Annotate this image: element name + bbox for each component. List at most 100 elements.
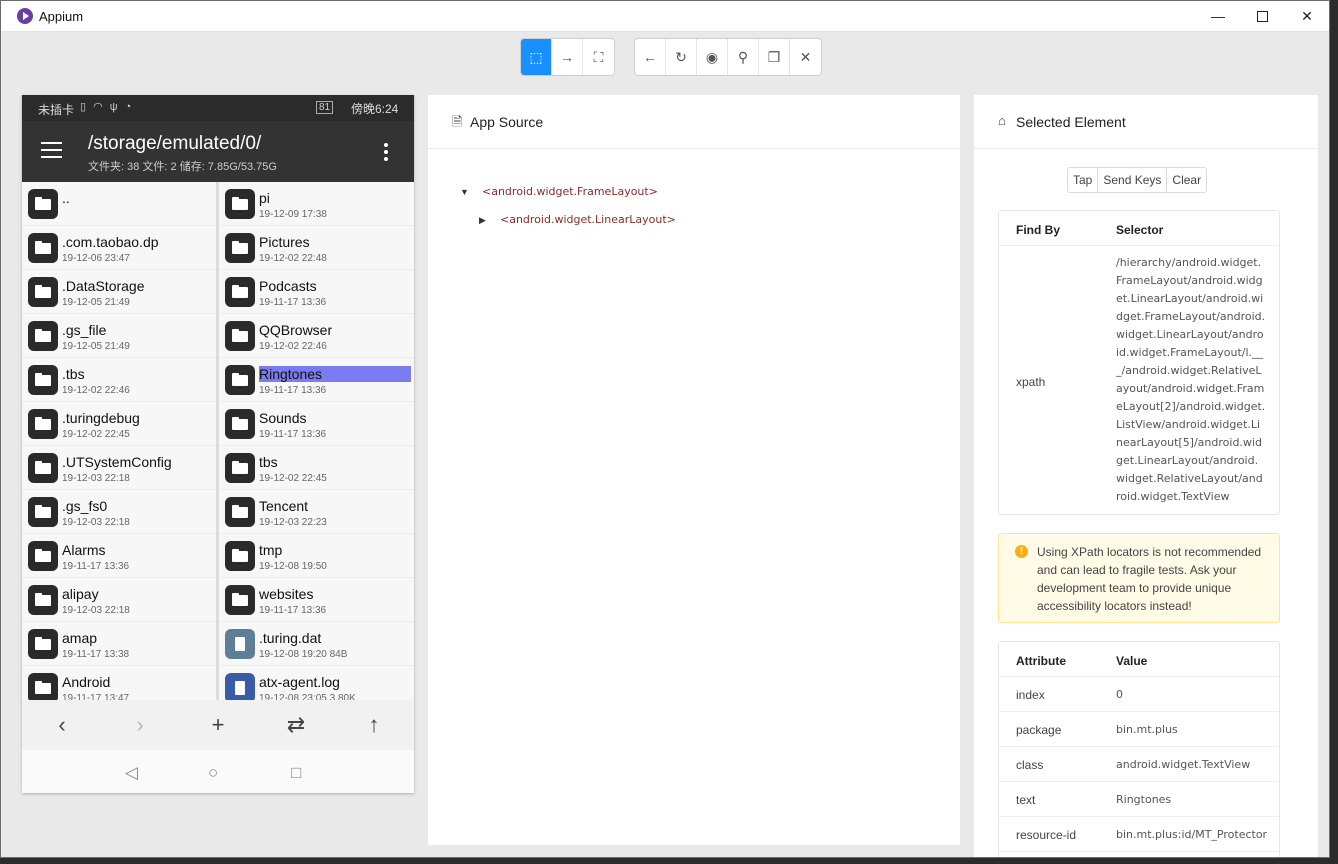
file-row[interactable]: .DataStorage 19-12-05 21:49 <box>22 270 216 314</box>
select-elements-button[interactable]: ⬚ <box>521 39 552 75</box>
close-window-button[interactable]: ✕ <box>1284 1 1329 32</box>
eye-button[interactable]: ◉ <box>697 39 728 75</box>
refresh-button[interactable]: ↻ <box>666 39 697 75</box>
minimize-button[interactable]: — <box>1195 1 1241 32</box>
more-options-icon[interactable] <box>384 143 388 161</box>
attribute-row: index 0 <box>999 677 1279 712</box>
folder-icon <box>28 189 58 219</box>
file-row[interactable]: Sounds 19-11-17 13:36 <box>219 402 414 446</box>
xpath-selector[interactable]: /hierarchy/android.widget.FrameLayout/an… <box>1116 254 1266 506</box>
file-meta: 19-12-06 23:47 <box>62 253 130 264</box>
file-row[interactable]: Pictures 19-12-02 22:48 <box>219 226 414 270</box>
swipe-button[interactable]: → <box>552 39 583 75</box>
file-name: .. <box>62 190 70 206</box>
file-row[interactable]: websites 19-11-17 13:36 <box>219 578 414 622</box>
file-row[interactable]: .gs_file 19-12-05 21:49 <box>22 314 216 358</box>
file-name: .tbs <box>62 366 85 382</box>
tree-node-framelayout[interactable]: <android.widget.FrameLayout> <box>482 185 658 198</box>
file-manager-bottom-nav: ‹ › + ⇄ ↑ <box>22 700 414 750</box>
tap-coordinates-button[interactable]: ⛶ <box>583 39 614 75</box>
system-recents-icon[interactable]: □ <box>291 763 301 783</box>
file-icon <box>225 673 255 700</box>
app-source-title: App Source <box>470 114 544 130</box>
file-row[interactable]: .turing.dat 19-12-08 19:20 84B <box>219 622 414 666</box>
add-icon[interactable]: + <box>203 712 233 738</box>
file-name: Alarms <box>62 542 106 558</box>
file-meta: 19-11-17 13:36 <box>259 605 327 616</box>
file-row[interactable]: Ringtones 19-11-17 13:36 <box>219 358 414 402</box>
file-name: .DataStorage <box>62 278 145 294</box>
file-row[interactable]: tmp 19-12-08 19:50 <box>219 534 414 578</box>
tree-node-linearlayout[interactable]: <android.widget.LinearLayout> <box>500 213 676 226</box>
file-row[interactable]: Podcasts 19-11-17 13:36 <box>219 270 414 314</box>
system-home-icon[interactable]: ○ <box>208 763 218 783</box>
file-meta: 19-12-02 22:45 <box>259 473 327 484</box>
file-row[interactable]: QQBrowser 19-12-02 22:46 <box>219 314 414 358</box>
caret-down-icon[interactable]: ▼ <box>460 187 469 197</box>
file-meta: 19-12-08 23:05 3.80K <box>259 693 356 700</box>
file-row[interactable]: .turingdebug 19-12-02 22:45 <box>22 402 216 446</box>
file-meta: 19-11-17 13:38 <box>62 649 130 660</box>
file-meta: 19-11-17 13:36 <box>259 429 327 440</box>
file-meta: 19-11-17 13:36 <box>259 385 327 396</box>
selected-element-header: ⌂ Selected Element <box>974 95 1318 149</box>
device-screenshot[interactable]: 未插卡 ▯ ◠ ψ ◔ 81 傍晚6:24 /storage/emulated/… <box>22 95 414 793</box>
caret-right-icon[interactable]: ▶ <box>479 215 486 226</box>
file-row[interactable]: .com.taobao.dp 19-12-06 23:47 <box>22 226 216 270</box>
attribute-value[interactable]: bin.mt.plus:id/MT_Protector <box>1116 828 1267 841</box>
system-back-icon[interactable]: ◁ <box>125 763 138 783</box>
window-title: Appium <box>39 9 84 24</box>
file-row[interactable]: .UTSystemConfig 19-12-03 22:18 <box>22 446 216 490</box>
file-row[interactable]: tbs 19-12-02 22:45 <box>219 446 414 490</box>
file-meta: 19-12-02 22:46 <box>259 341 327 352</box>
file-row[interactable]: atx-agent.log 19-12-08 23:05 3.80K <box>219 666 414 700</box>
app-source-panel: 🗎 App Source ▼ <android.widget.FrameLayo… <box>428 95 960 845</box>
maximize-button[interactable] <box>1239 1 1285 32</box>
file-name: Tencent <box>259 498 309 514</box>
swap-panes-icon[interactable]: ⇄ <box>281 712 311 738</box>
refresh-icon: ↻ <box>675 48 687 65</box>
copy-button[interactable]: ❐ <box>759 39 790 75</box>
file-row[interactable]: .. <box>22 182 216 226</box>
file-row[interactable]: Alarms 19-11-17 13:36 <box>22 534 216 578</box>
go-up-icon[interactable]: ↑ <box>359 712 389 738</box>
clear-button[interactable]: Clear <box>1167 168 1206 192</box>
nav-forward-icon[interactable]: › <box>125 712 155 738</box>
file-meta: 19-12-08 19:20 84B <box>259 649 348 660</box>
file-row[interactable]: amap 19-11-17 13:38 <box>22 622 216 666</box>
file-name: Pictures <box>259 234 310 250</box>
maximize-icon <box>1256 11 1268 22</box>
folder-icon <box>225 409 255 439</box>
file-row[interactable]: .tbs 19-12-02 22:46 <box>22 358 216 402</box>
file-name: amap <box>62 630 98 646</box>
file-row[interactable]: .gs_fs0 19-12-03 22:18 <box>22 490 216 534</box>
attribute-value[interactable]: 0 <box>1116 688 1123 701</box>
file-name: websites <box>259 586 314 602</box>
left-file-pane: .. .com.taobao.dp 19-12-06 23:47 .DataStora… <box>22 182 216 700</box>
nav-back-icon[interactable]: ‹ <box>47 712 77 738</box>
file-name: tmp <box>259 542 283 558</box>
file-row[interactable]: Android 19-11-17 13:47 <box>22 666 216 700</box>
send-keys-button[interactable]: Send Keys <box>1098 168 1168 192</box>
file-name: Podcasts <box>259 278 317 294</box>
file-row[interactable]: alipay 19-12-03 22:18 <box>22 578 216 622</box>
file-row[interactable]: pi 19-12-09 17:38 <box>219 182 414 226</box>
warning-icon: ! <box>1015 545 1028 558</box>
attribute-value[interactable]: bin.mt.plus <box>1116 723 1178 736</box>
attribute-value[interactable]: android.widget.TextView <box>1116 758 1250 771</box>
folder-icon <box>28 453 58 483</box>
tap-button[interactable]: Tap <box>1068 168 1099 192</box>
search-button[interactable]: ⚲ <box>728 39 759 75</box>
file-meta: 19-12-02 22:48 <box>259 253 327 264</box>
file-name: alipay <box>62 586 99 602</box>
back-button[interactable]: ← <box>635 39 666 75</box>
file-meta: 19-12-08 19:50 <box>259 561 327 572</box>
folder-icon <box>28 497 58 527</box>
folder-icon <box>28 585 58 615</box>
file-meta: 19-12-05 21:49 <box>62 297 130 308</box>
attribute-value[interactable]: Ringtones <box>1116 793 1171 806</box>
selected-element-panel: ⌂ Selected Element Tap Send Keys Clear F… <box>974 95 1318 857</box>
file-row[interactable]: Tencent 19-12-03 22:23 <box>219 490 414 534</box>
close-button[interactable]: ✕ <box>790 39 821 75</box>
hamburger-menu-icon[interactable] <box>41 142 62 158</box>
